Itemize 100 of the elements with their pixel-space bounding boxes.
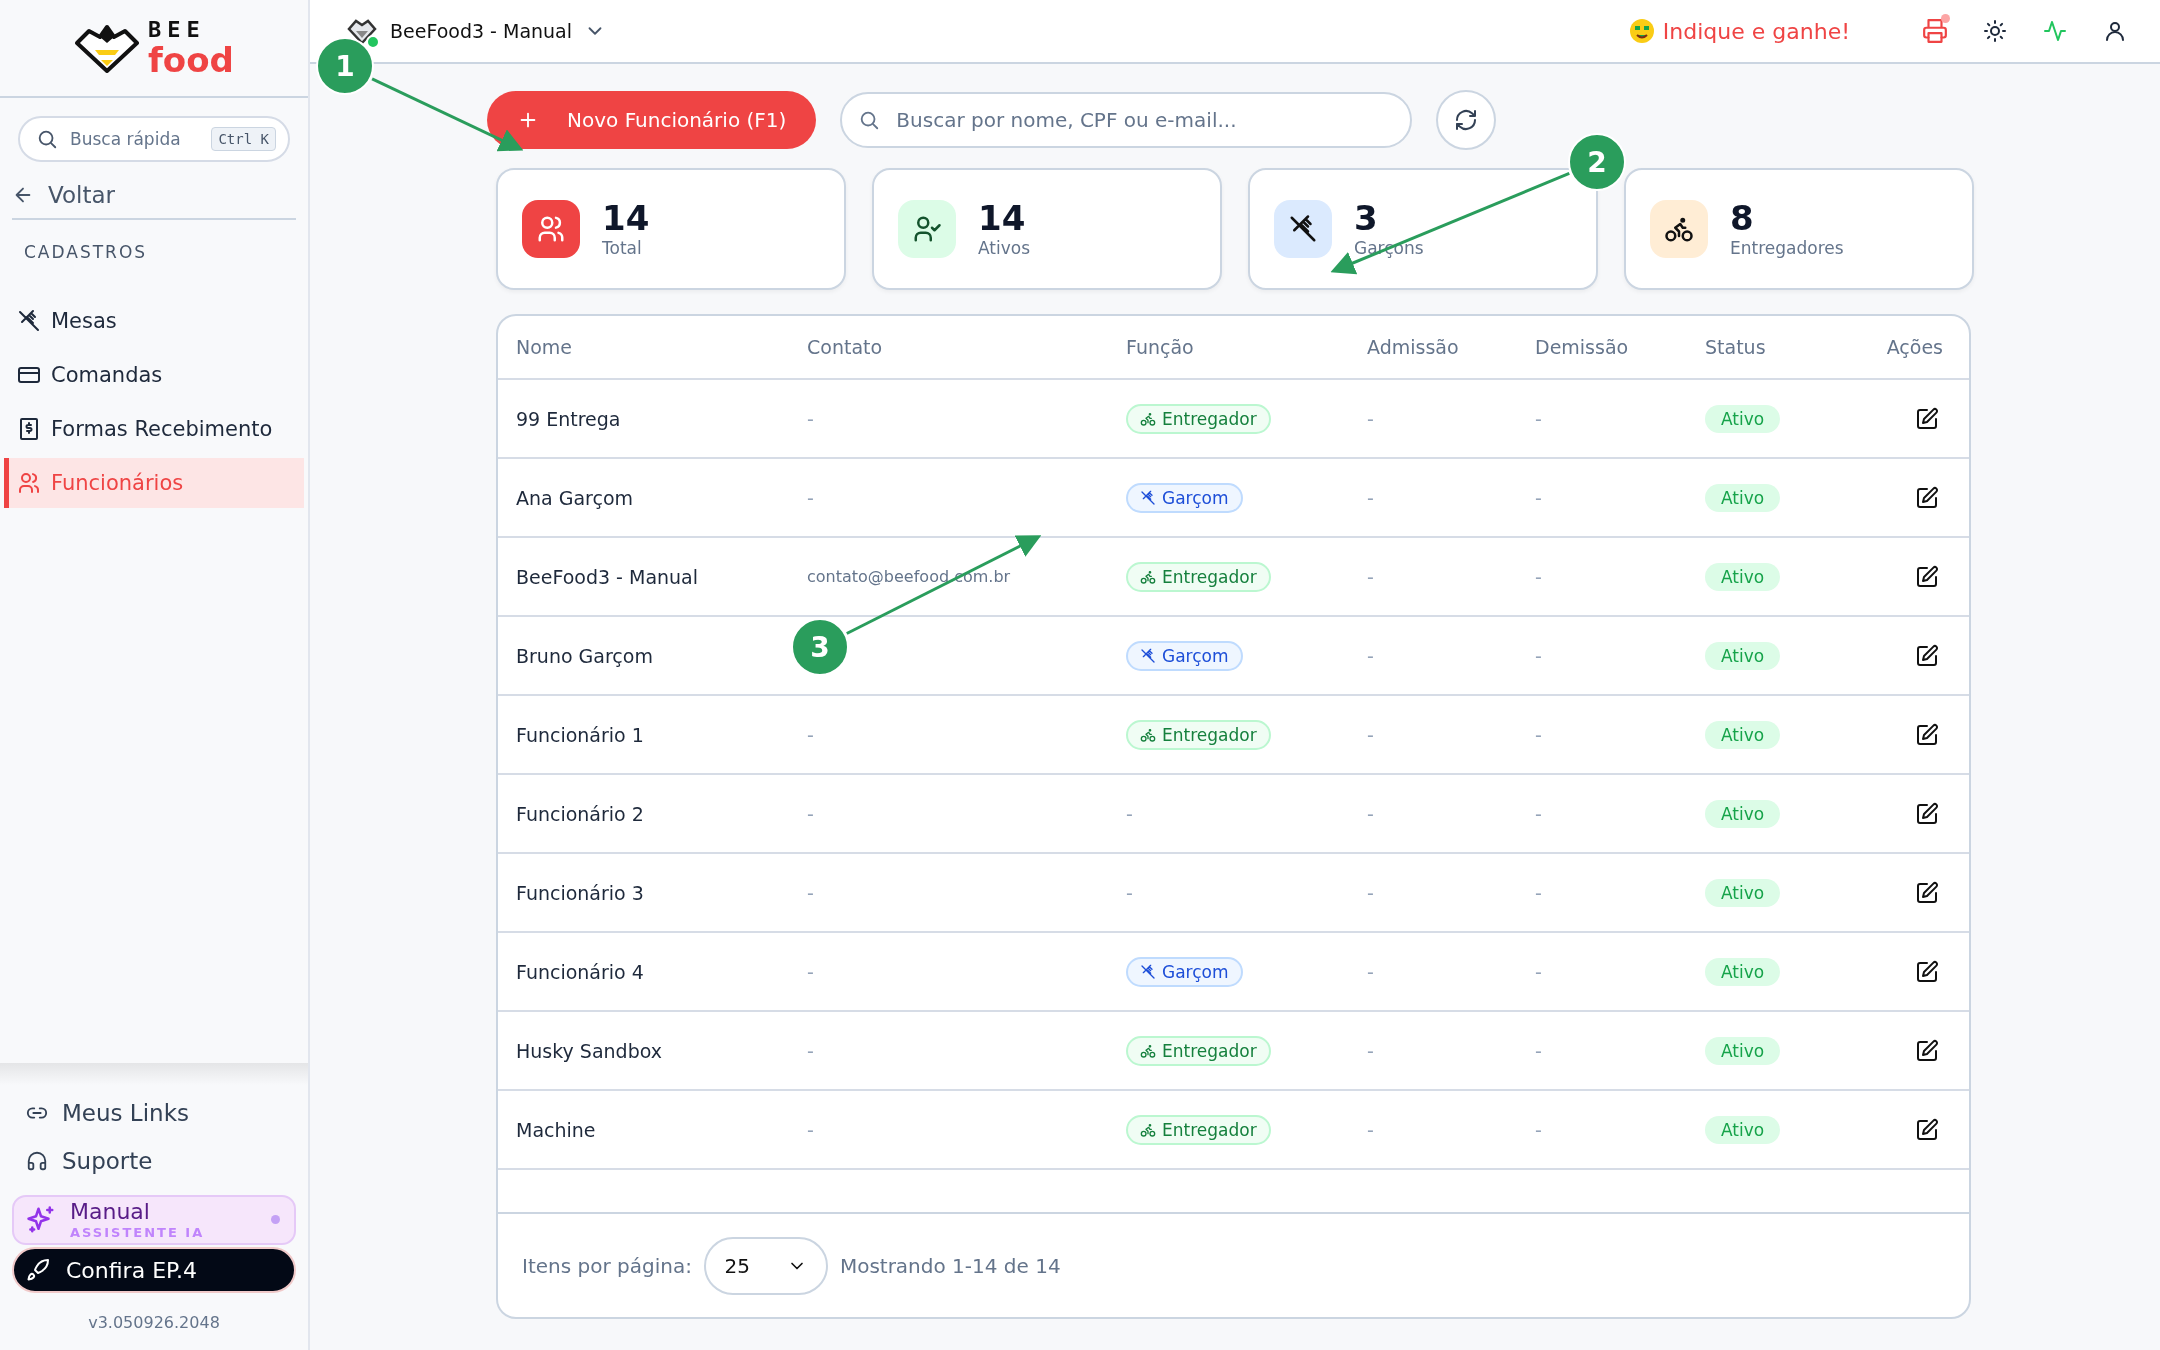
table-cell-text: -: [1367, 960, 1375, 983]
assistant-button[interactable]: Manual ASSISTENTE IA: [12, 1195, 296, 1245]
page-size-select[interactable]: 25: [703, 1236, 828, 1295]
stat-label: Ativos: [978, 237, 1031, 258]
referral-link[interactable]: Indique e ganhe!: [1628, 18, 1850, 44]
table-cell-text: -: [1367, 486, 1375, 509]
table-cell-text: -: [807, 802, 815, 825]
page-size-label: Itens por página:: [522, 1253, 692, 1278]
sidebar-item[interactable]: Mesas: [4, 296, 304, 346]
utensils-crossed-icon: [1140, 489, 1156, 506]
bike-icon: [1140, 1121, 1156, 1138]
annotation-marker: 2: [1568, 133, 1626, 191]
table-cell-text: -: [807, 881, 815, 904]
bike-icon: [1140, 410, 1156, 427]
table-cell-text: Funcionário 3: [516, 881, 645, 904]
status-badge: Ativo: [1705, 641, 1781, 670]
edit-icon: [1915, 485, 1939, 510]
quick-search-field[interactable]: Busca rápida Ctrl K: [18, 116, 290, 162]
stat-value: 8: [1730, 200, 1755, 238]
table-cell-text: -: [1535, 960, 1543, 983]
edit-icon: [1915, 959, 1939, 984]
money-face-icon: [1628, 18, 1655, 44]
sidebar-link[interactable]: Meus Links: [12, 1089, 296, 1137]
sparkles-icon: [26, 1205, 56, 1235]
table-cell-text: -: [1126, 802, 1134, 825]
role-badge: Entregador: [1126, 403, 1271, 434]
table-cell-text: Machine: [516, 1118, 597, 1141]
role-badge: Garçom: [1126, 482, 1243, 513]
column-header: Ações: [1885, 336, 1943, 358]
status-badge: Ativo: [1705, 483, 1781, 512]
status-badge: Ativo: [1705, 1036, 1781, 1065]
status-badge: Ativo: [1705, 562, 1781, 591]
new-employee-button[interactable]: Novo Funcionário (F1): [487, 91, 817, 149]
annotation-marker: 1: [316, 37, 374, 95]
printer-button[interactable]: [1920, 16, 1950, 46]
stat-label: Total: [602, 237, 643, 258]
online-dot: [366, 35, 380, 49]
status-badge: Ativo: [1705, 404, 1781, 433]
table-cell-text: -: [1367, 723, 1375, 746]
table-cell-text: 99 Entrega: [516, 407, 622, 430]
users-icon: [17, 471, 41, 495]
utensils-crossed-icon: [1140, 647, 1156, 664]
column-header: Demissão: [1535, 336, 1630, 358]
activity-icon: [2043, 19, 2067, 43]
column-header: Admissão: [1367, 336, 1460, 358]
status-badge: Ativo: [1705, 1115, 1781, 1144]
status-badge: Ativo: [1705, 957, 1781, 986]
table-cell-text: -: [1367, 644, 1375, 667]
utensils-crossed-icon: [1140, 963, 1156, 980]
table-cell-text: -: [1535, 565, 1543, 588]
table-cell-text: -: [1535, 881, 1543, 904]
table-cell-text: -: [1535, 1039, 1543, 1062]
logo-icon: [74, 23, 141, 73]
edit-icon: [1915, 1038, 1939, 1063]
table-cell-text: -: [1367, 881, 1375, 904]
table-cell-text: -: [1367, 407, 1375, 430]
users-icon: [536, 214, 566, 244]
table-cell-text: -: [807, 1039, 815, 1062]
table-cell-text: Funcionário 4: [516, 960, 645, 983]
table-cell-text: -: [807, 407, 815, 430]
column-header: Nome: [516, 336, 574, 358]
role-badge: Garçom: [1126, 640, 1243, 671]
role-badge: Garçom: [1126, 956, 1243, 987]
table-cell-text: -: [1535, 723, 1543, 746]
sidebar-item[interactable]: Formas Recebimento: [4, 404, 304, 454]
column-header: Contato: [807, 336, 884, 358]
stat-label: Entregadores: [1730, 237, 1844, 258]
table-cell-text: -: [1535, 802, 1543, 825]
table-cell-text: -: [807, 723, 815, 746]
status-badge: Ativo: [1705, 799, 1781, 828]
table-cell-text: -: [1535, 644, 1543, 667]
search-field[interactable]: Buscar por nome, CPF ou e-mail...: [840, 92, 1413, 148]
table-cell-text: -: [1535, 1118, 1543, 1141]
notification-dot: [271, 1215, 280, 1224]
sidebar-link[interactable]: Suporte: [12, 1137, 296, 1185]
shortcut-key: Ctrl K: [211, 127, 276, 151]
table-cell-text: -: [1367, 565, 1375, 588]
status-badge: Ativo: [1705, 720, 1781, 749]
table-cell-text: -: [1367, 1118, 1375, 1141]
sun-icon: [1983, 19, 2007, 43]
stat-value: 14: [602, 200, 650, 238]
table-cell-text: Ana Garçom: [516, 486, 635, 509]
role-badge: Entregador: [1126, 1114, 1271, 1145]
edit-icon: [1915, 564, 1939, 589]
version-text: v3.050926.2048: [87, 1312, 221, 1334]
table-cell-text: -: [807, 960, 815, 983]
status-badge: Ativo: [1705, 878, 1781, 907]
edit-icon: [1915, 880, 1939, 905]
role-badge: Entregador: [1126, 719, 1271, 750]
promo-button[interactable]: Confira EP.4: [12, 1247, 296, 1293]
role-badge: Entregador: [1126, 1035, 1271, 1066]
sidebar-item[interactable]: Comandas: [4, 350, 304, 400]
back-link[interactable]: Voltar: [12, 182, 296, 220]
edit-icon: [1915, 406, 1939, 431]
table-cell-text: -: [807, 486, 815, 509]
bike-icon: [1140, 726, 1156, 743]
printer-icon: [1922, 18, 1948, 44]
table-cell-text: -: [1367, 802, 1375, 825]
table-cell-text: -: [1126, 881, 1134, 904]
edit-icon: [1915, 1117, 1939, 1142]
